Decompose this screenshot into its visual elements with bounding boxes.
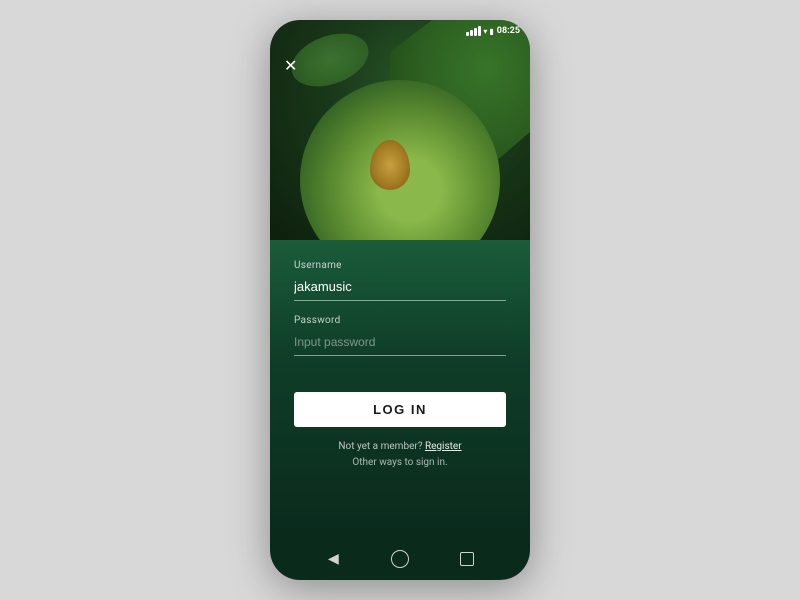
signal-bar-2 (470, 30, 473, 36)
back-button[interactable]: ◀ (322, 548, 344, 570)
signal-icons: ▾ ▮ (466, 26, 493, 36)
signal-bar-1 (466, 32, 469, 36)
circle-overlay (300, 80, 500, 240)
username-field-group: Username (294, 260, 506, 301)
phone-frame: ▾ ▮ 08:25 ✕ Username Password LOG IN Not… (270, 20, 530, 580)
battery-icon: ▮ (489, 27, 493, 36)
home-button[interactable] (389, 548, 411, 570)
password-input[interactable] (294, 330, 506, 356)
register-link[interactable]: Register (425, 441, 462, 452)
clock: 08:25 (497, 26, 520, 36)
login-section: Username Password LOG IN Not yet a membe… (270, 240, 530, 538)
password-field-group: Password (294, 315, 506, 356)
hero-image-area: ▾ ▮ 08:25 ✕ (270, 20, 530, 240)
login-button[interactable]: LOG IN (294, 392, 506, 427)
recents-button[interactable] (456, 548, 478, 570)
signal-bar-4 (478, 26, 481, 36)
avocado-seed (370, 140, 410, 190)
signal-bar-3 (474, 28, 477, 36)
member-prompt: Not yet a member? Register (338, 441, 461, 452)
username-input[interactable] (294, 275, 506, 301)
recents-square-icon (460, 552, 474, 566)
wifi-icon: ▾ (483, 27, 487, 36)
other-signin-text: Other ways to sign in. (352, 457, 447, 468)
status-bar: ▾ ▮ 08:25 (466, 26, 520, 36)
food-visual (300, 80, 500, 240)
bottom-nav: ◀ (270, 538, 530, 580)
password-label: Password (294, 315, 506, 326)
home-circle-icon (391, 550, 409, 568)
username-label: Username (294, 260, 506, 271)
close-button[interactable]: ✕ (284, 58, 297, 74)
